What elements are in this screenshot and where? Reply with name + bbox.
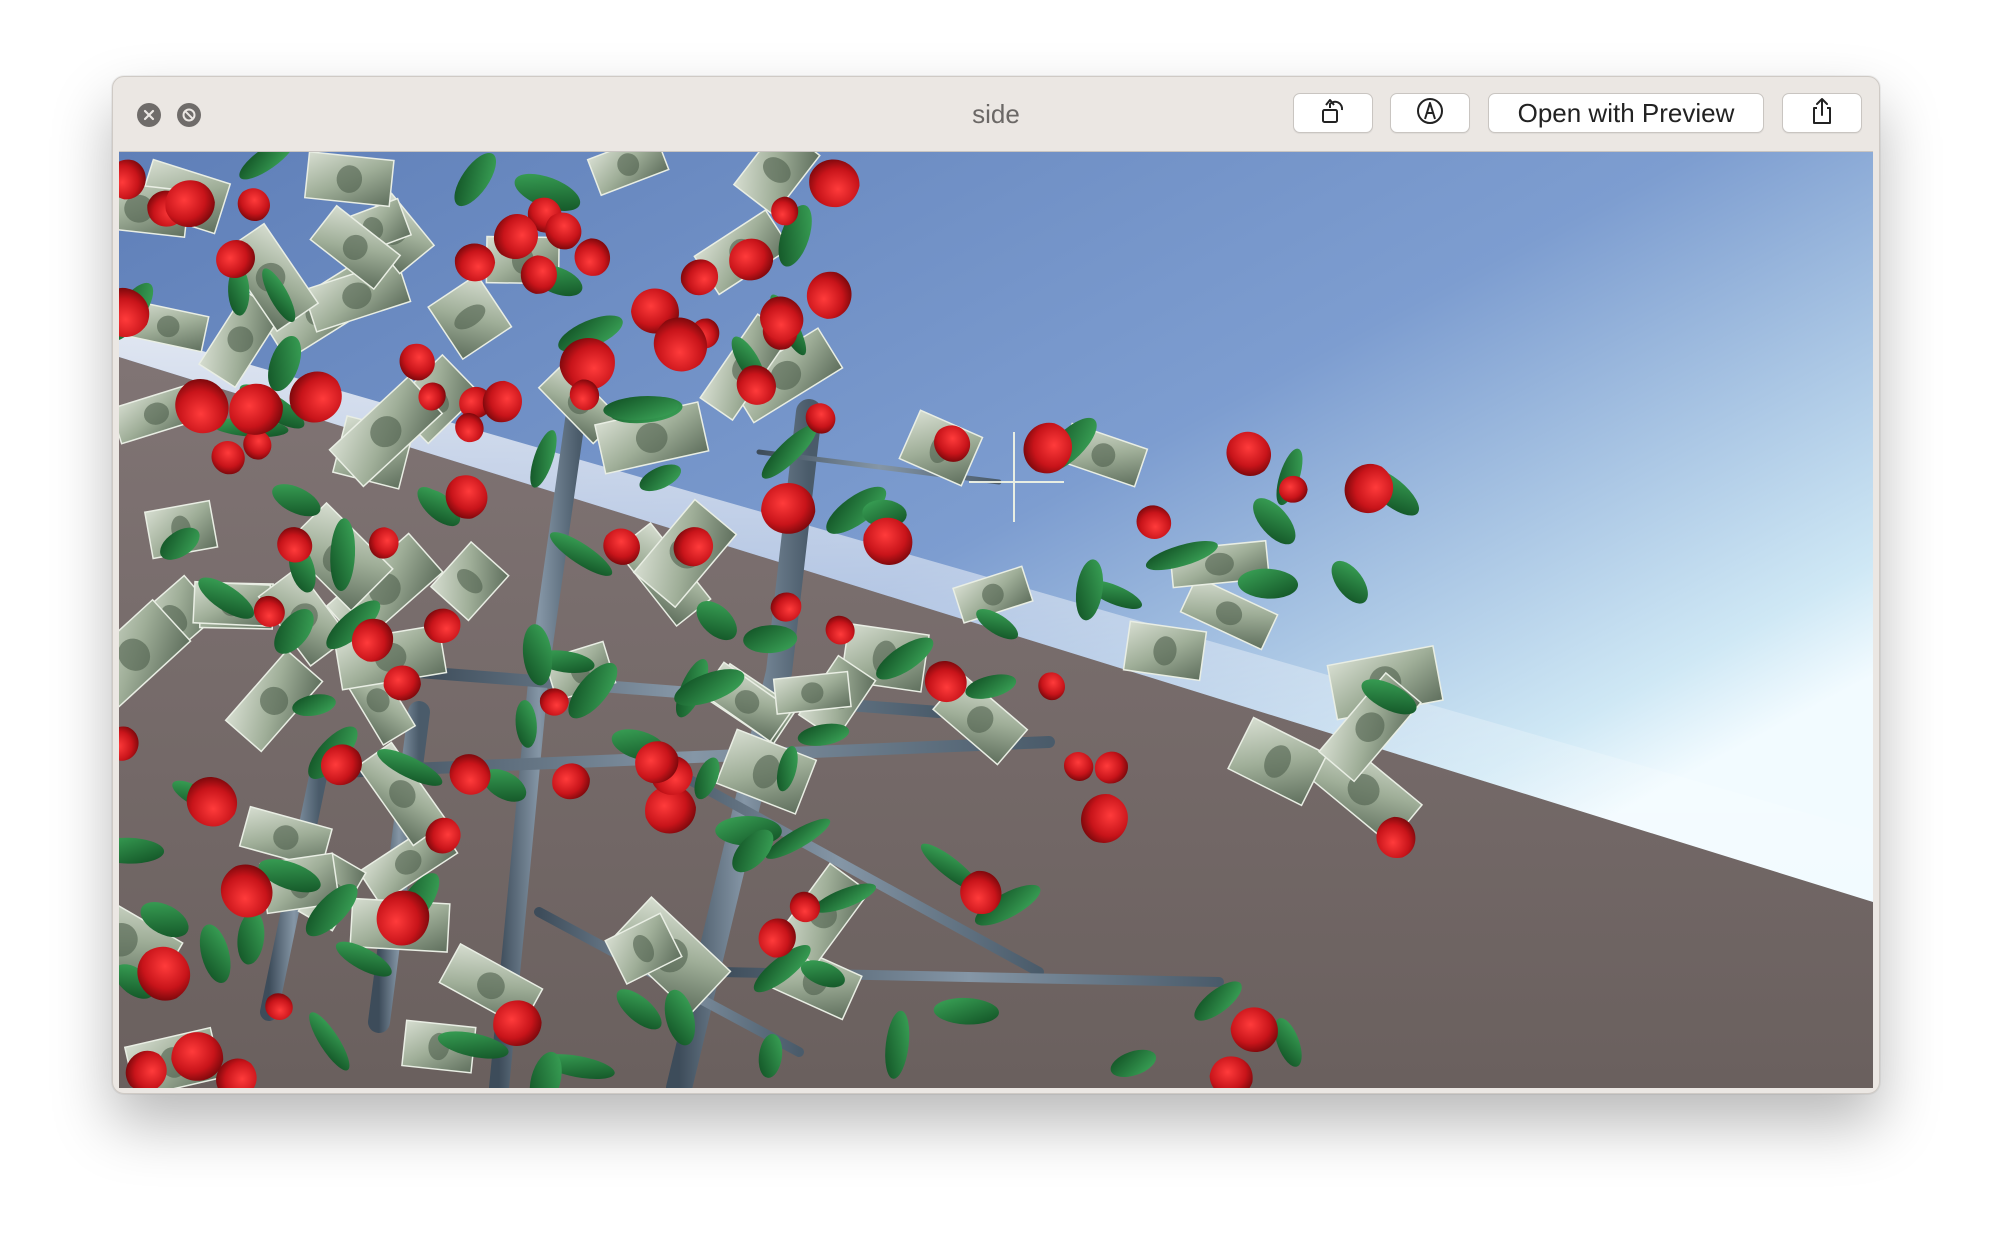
markup-pen-icon [1415,96,1445,131]
quicklook-window: side Open with Preview [112,76,1880,1094]
markup-button[interactable] [1390,93,1470,133]
share-icon [1807,96,1837,131]
share-button[interactable] [1782,93,1862,133]
preview-image [119,151,1873,1088]
title-bar[interactable]: side Open with Preview [113,77,1879,151]
rotate-left-button[interactable] [1293,93,1373,133]
close-button[interactable] [137,103,161,127]
close-icon [142,108,156,122]
rotate-left-icon [1318,96,1348,131]
open-with-preview-button[interactable]: Open with Preview [1488,93,1764,133]
3d-render-image [119,152,1873,1088]
fullscreen-icon [181,107,197,123]
fullscreen-button[interactable] [177,103,201,127]
